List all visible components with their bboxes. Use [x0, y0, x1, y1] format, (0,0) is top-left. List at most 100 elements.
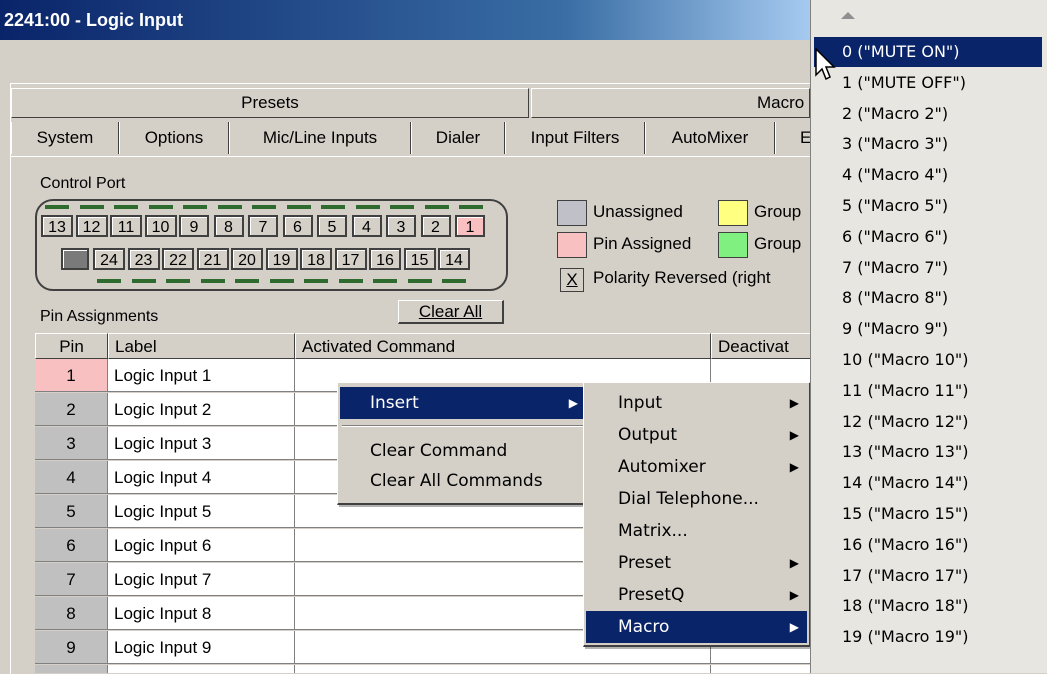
menu-clear-all-commands[interactable]: Clear All Commands — [340, 465, 586, 497]
submenu-matrix[interactable]: Matrix... — [586, 515, 807, 547]
pin-cell: 3 — [35, 427, 108, 460]
port-pin[interactable]: 20 — [231, 248, 263, 270]
col-activated-command[interactable]: Activated Command — [295, 333, 711, 359]
port-pin[interactable]: 1 — [455, 215, 485, 237]
label-cell[interactable]: Logic Input 10 — [108, 665, 295, 673]
label-cell[interactable]: Logic Input 2 — [108, 393, 295, 426]
port-pin[interactable]: 24 — [93, 248, 125, 270]
tab-input-filters[interactable]: Input Filters — [505, 122, 645, 154]
tab-macro[interactable]: Macro — [531, 88, 810, 118]
port-pin[interactable]: 18 — [300, 248, 332, 270]
port-pin[interactable]: 14 — [438, 248, 470, 270]
pin-cell: 5 — [35, 495, 108, 528]
tab-presets[interactable]: Presets — [11, 88, 529, 118]
macro-option[interactable]: 4 ("Macro 4") — [814, 160, 1042, 190]
port-pin[interactable]: 21 — [196, 248, 229, 270]
tab-dialer[interactable]: Dialer — [411, 122, 505, 154]
window-title: 2241:00 - Logic Input — [0, 0, 810, 40]
port-pin[interactable]: 7 — [248, 215, 278, 237]
label-cell[interactable]: Logic Input 4 — [108, 461, 295, 494]
port-pin[interactable]: 19 — [265, 248, 298, 270]
menu-clear-command[interactable]: Clear Command — [340, 435, 586, 467]
port-pin[interactable]: 15 — [403, 248, 436, 270]
label-cell[interactable]: Logic Input 6 — [108, 529, 295, 562]
submenu-macro[interactable]: Macro ▶ — [586, 611, 807, 643]
port-pin[interactable]: 12 — [75, 215, 108, 237]
tab-options[interactable]: Options — [119, 122, 229, 154]
port-pin[interactable]: 9 — [179, 215, 209, 237]
label-cell[interactable]: Logic Input 1 — [108, 359, 295, 392]
macro-option[interactable]: 12 ("Macro 12") — [814, 407, 1042, 437]
macro-option[interactable]: 17 ("Macro 17") — [814, 561, 1042, 591]
label-cell[interactable]: Logic Input 5 — [108, 495, 295, 528]
macro-option[interactable]: 6 ("Macro 6") — [814, 222, 1042, 252]
port-pin[interactable]: 10 — [144, 215, 177, 237]
port-pin[interactable]: 2 — [420, 215, 451, 237]
macro-option[interactable]: 3 ("Macro 3") — [814, 129, 1042, 159]
pin-cell: 8 — [35, 597, 108, 630]
port-pin[interactable]: 23 — [127, 248, 160, 270]
port-pin[interactable]: 5 — [317, 215, 347, 237]
port-pin[interactable]: 13 — [41, 215, 73, 237]
activated-command-cell[interactable] — [295, 665, 711, 673]
port-dash — [79, 205, 104, 209]
port-dash — [390, 205, 414, 209]
port-pin[interactable]: 22 — [162, 248, 194, 270]
label-cell[interactable]: Logic Input 9 — [108, 631, 295, 664]
submenu-automixer[interactable]: Automixer ▶ — [586, 451, 807, 483]
table-row[interactable]: 10Logic Input 10 — [35, 665, 810, 673]
legend-unassigned: Unassigned — [593, 202, 683, 221]
macro-option[interactable]: 13 ("Macro 13") — [814, 437, 1042, 467]
submenu-presetq[interactable]: PresetQ ▶ — [586, 579, 807, 611]
macro-option[interactable]: 15 ("Macro 15") — [814, 499, 1042, 529]
pin-assignments-label: Pin Assignments — [40, 308, 159, 325]
label-cell[interactable]: Logic Input 7 — [108, 563, 295, 596]
port-pin[interactable]: 11 — [110, 215, 142, 237]
macro-dropdown-list[interactable]: 0 ("MUTE ON") 1 ("MUTE OFF") 2 ("Macro 2")… — [810, 0, 1047, 673]
macro-option[interactable]: 11 ("Macro 11") — [814, 376, 1042, 406]
label-cell[interactable]: Logic Input 3 — [108, 427, 295, 460]
label-cell[interactable]: Logic Input 8 — [108, 597, 295, 630]
submenu-input[interactable]: Input ▶ — [586, 387, 807, 419]
menu-insert[interactable]: Insert ▶ — [340, 387, 586, 419]
submenu-output-label: Output — [618, 425, 678, 445]
menu-separator — [342, 425, 584, 427]
macro-option[interactable]: 0 ("MUTE ON") — [814, 37, 1042, 67]
macro-option[interactable]: 2 ("Macro 2") — [814, 99, 1042, 129]
port-pin[interactable]: 17 — [334, 248, 367, 270]
tab-system[interactable]: System — [11, 122, 119, 154]
macro-option[interactable]: 19 ("Macro 19") — [814, 622, 1042, 652]
macro-option[interactable]: 16 ("Macro 16") — [814, 530, 1042, 560]
port-dash — [45, 205, 69, 209]
port-pin[interactable]: 6 — [282, 215, 313, 237]
tab-mic-line-inputs[interactable]: Mic/Line Inputs — [229, 122, 411, 154]
port-pin[interactable]: 8 — [213, 215, 244, 237]
port-dash — [424, 205, 449, 209]
tab-e[interactable]: E — [775, 122, 811, 154]
port-pin[interactable]: 3 — [386, 215, 416, 237]
macro-option[interactable]: 8 ("Macro 8") — [814, 283, 1042, 313]
port-dash — [338, 279, 363, 283]
clear-all-button[interactable]: Clear All — [398, 300, 504, 324]
submenu-output[interactable]: Output ▶ — [586, 419, 807, 451]
submenu-dial-telephone[interactable]: Dial Telephone... — [586, 483, 807, 515]
port-dash — [407, 279, 432, 283]
macro-option[interactable]: 10 ("Macro 10") — [814, 345, 1042, 375]
scroll-up-arrow-icon[interactable] — [841, 12, 855, 19]
pin-cell: 6 — [35, 529, 108, 562]
port-pin[interactable]: 16 — [369, 248, 401, 270]
col-deactivated-command[interactable]: Deactivat — [711, 333, 810, 359]
macro-option[interactable]: 1 ("MUTE OFF") — [814, 68, 1042, 98]
macro-option[interactable]: 5 ("Macro 5") — [814, 191, 1042, 221]
submenu-preset[interactable]: Preset ▶ — [586, 547, 807, 579]
deactivated-command-cell[interactable] — [711, 665, 810, 673]
macro-option[interactable]: 14 ("Macro 14") — [814, 468, 1042, 498]
macro-option[interactable]: 9 ("Macro 9") — [814, 314, 1042, 344]
macro-option[interactable]: 7 ("Macro 7") — [814, 253, 1042, 283]
port-pin[interactable]: 4 — [351, 215, 382, 237]
col-label[interactable]: Label — [108, 333, 295, 359]
col-pin[interactable]: Pin — [35, 333, 108, 359]
macro-option[interactable]: 18 ("Macro 18") — [814, 591, 1042, 621]
unassigned-swatch — [557, 200, 587, 226]
tab-automixer[interactable]: AutoMixer — [645, 122, 775, 154]
